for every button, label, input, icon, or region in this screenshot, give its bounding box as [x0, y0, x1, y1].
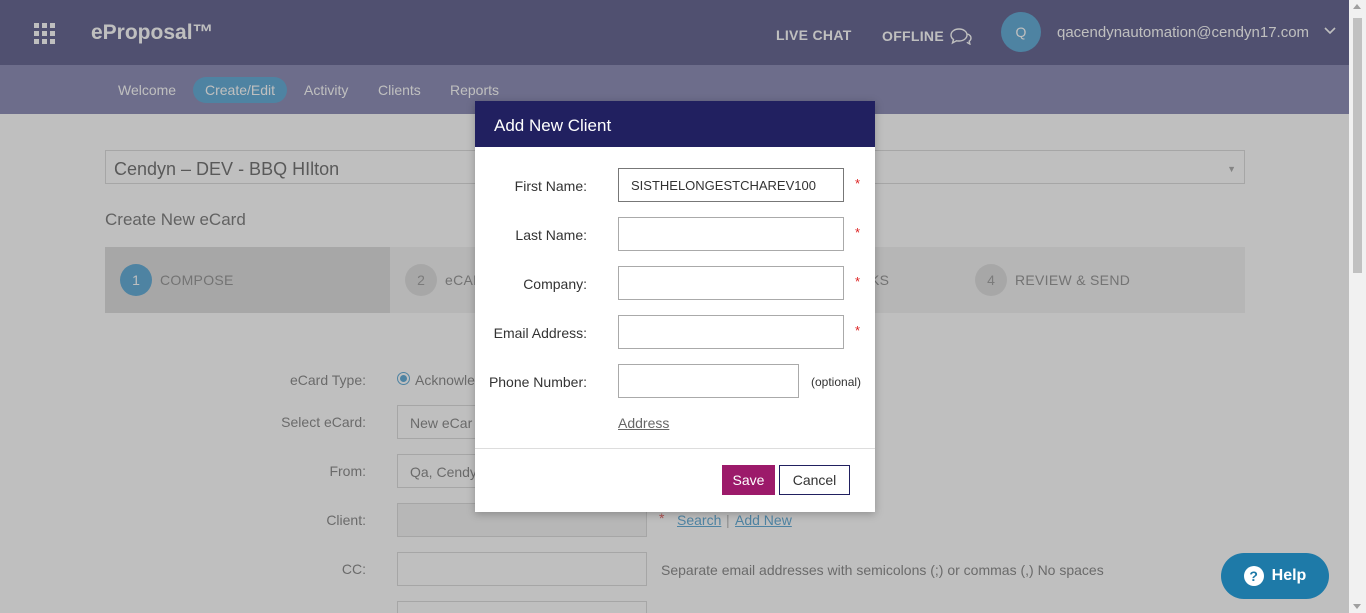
scroll-down-icon[interactable]: [1353, 604, 1361, 609]
last-name-label: Last Name:: [515, 227, 587, 243]
company-label: Company:: [523, 276, 587, 292]
save-button[interactable]: Save: [722, 465, 775, 495]
required-mark: *: [855, 176, 861, 191]
first-name-label: First Name:: [514, 178, 587, 194]
cancel-button[interactable]: Cancel: [779, 465, 850, 495]
address-link[interactable]: Address: [618, 415, 669, 431]
required-mark: *: [855, 323, 861, 338]
email-input[interactable]: [618, 315, 844, 349]
help-label: Help: [1271, 567, 1307, 584]
question-icon: ?: [1243, 566, 1264, 586]
modal-title: Add New Client: [475, 101, 875, 147]
company-input[interactable]: [618, 266, 844, 300]
phone-input[interactable]: [618, 364, 799, 398]
last-name-input[interactable]: [618, 217, 844, 251]
page-scrollbar[interactable]: [1349, 0, 1366, 613]
modal-divider: [475, 448, 875, 449]
optional-note: (optional): [811, 375, 862, 389]
add-client-modal: Add New Client First Name: * Last Name: …: [475, 101, 875, 512]
email-label: Email Address:: [493, 325, 587, 341]
help-button[interactable]: ? Help: [1221, 553, 1329, 599]
scroll-up-icon[interactable]: [1353, 4, 1361, 9]
first-name-input[interactable]: [618, 168, 844, 202]
required-mark: *: [855, 225, 861, 240]
scroll-thumb[interactable]: [1353, 18, 1362, 273]
phone-label: Phone Number:: [488, 374, 587, 390]
required-mark: *: [855, 274, 861, 289]
